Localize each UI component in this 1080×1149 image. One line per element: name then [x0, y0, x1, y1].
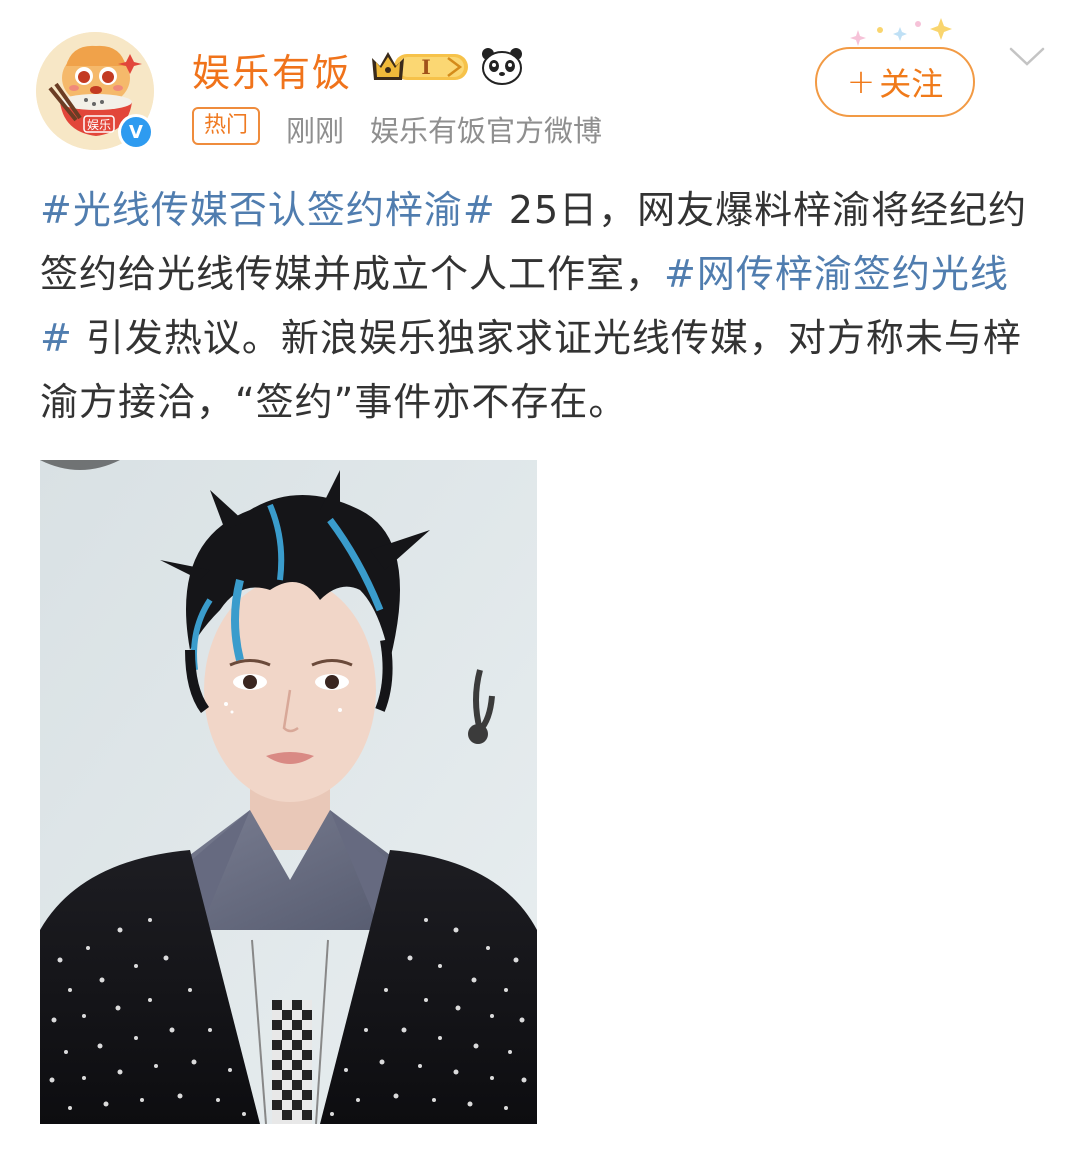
- level-badge-label: I: [421, 55, 430, 79]
- post-time: 刚刚: [286, 114, 345, 148]
- chevron-down-icon[interactable]: [1008, 44, 1046, 70]
- verified-badge: V: [118, 114, 154, 150]
- weibo-post: 娱乐 V 娱乐有饭 I 热门 刚刚 娱乐有饭官方微博 + 关注 #光线传媒否认签…: [0, 0, 1080, 1149]
- avatar-label: 娱乐: [87, 118, 111, 132]
- topic-link[interactable]: #光线传媒否认签约梓渝#: [40, 188, 496, 232]
- author-name[interactable]: 娱乐有饭: [192, 42, 352, 97]
- post-text: #光线传媒否认签约梓渝# 25日，网友爆料梓渝将经纪约签约给光线传媒并成立个人工…: [40, 178, 1040, 434]
- sparkle-decoration-icon: [850, 18, 952, 46]
- portrait-photo: [40, 460, 537, 1124]
- follow-label: 关注: [879, 65, 944, 103]
- follow-button[interactable]: + 关注: [815, 47, 975, 117]
- post-source: 娱乐有饭官方微博: [370, 114, 603, 148]
- panda-icon: [482, 48, 522, 85]
- post-text-segment: 引发热议。新浪娱乐独家求证光线传媒，对方称未与梓渝方接洽，“签约”事件亦不存在。: [40, 316, 1022, 424]
- plus-icon: +: [846, 62, 876, 102]
- crown-level-badge[interactable]: I: [370, 48, 472, 86]
- hot-tag: 热门: [192, 107, 261, 145]
- verified-check-icon: V: [121, 117, 151, 147]
- post-photo[interactable]: [40, 460, 537, 1124]
